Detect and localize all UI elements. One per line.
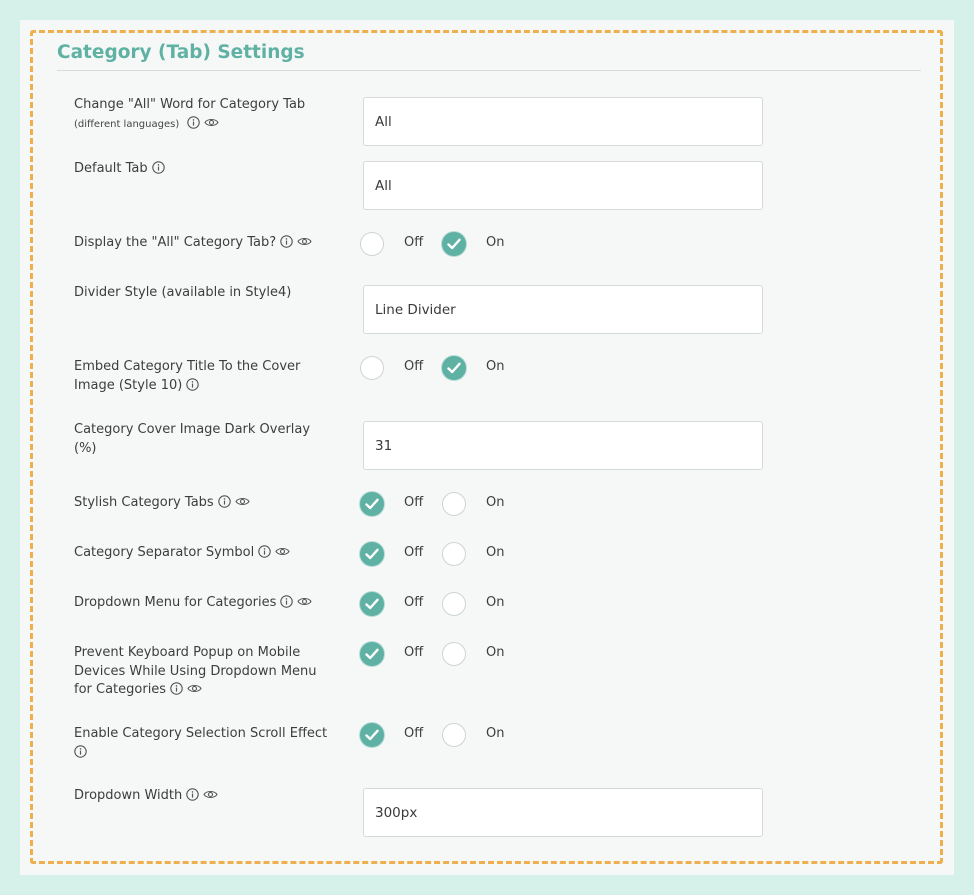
eye-icon[interactable] [297, 235, 312, 248]
check-icon [447, 238, 461, 250]
scroll-effect-label: Enable Category Selection Scroll Effect [74, 725, 339, 762]
on-label: On [486, 495, 505, 510]
prevent-keyboard-label-line1: Prevent Keyboard Popup on Mobile [74, 645, 301, 660]
check-icon [365, 648, 379, 660]
dropdown-menu-label: Dropdown Menu for Categories [74, 594, 339, 613]
info-icon[interactable] [258, 545, 271, 558]
eye-icon[interactable] [275, 545, 290, 558]
scroll-effect-label-line1: Enable Category Selection Scroll Effect [74, 726, 328, 741]
info-icon[interactable] [280, 595, 294, 608]
eye-icon[interactable] [235, 495, 250, 508]
dropdown-menu-off-radio[interactable] [360, 592, 384, 616]
on-label: On [486, 235, 505, 250]
separator-symbol-on-radio[interactable] [442, 542, 466, 566]
prevent-keyboard-label: Prevent Keyboard Popup on Mobile Devices… [74, 644, 339, 700]
title-divider [57, 70, 921, 71]
check-icon [365, 548, 379, 560]
off-label: Off [404, 645, 424, 660]
default-tab-label: Default Tab [74, 160, 339, 179]
info-icon[interactable] [186, 377, 200, 391]
info-icon[interactable] [280, 235, 293, 248]
embed-title-label-line1: Embed Category Title To the Cover [74, 359, 301, 374]
dark-overlay-label-line1: Category Cover Image Dark Overlay [74, 422, 311, 437]
eye-icon[interactable] [297, 595, 313, 608]
dropdown-width-label-text: Dropdown Width [74, 788, 183, 803]
on-label: On [486, 726, 505, 741]
stylish-tabs-label-text: Stylish Category Tabs [74, 495, 214, 510]
dropdown-width-input[interactable] [363, 788, 763, 837]
prevent-keyboard-off-radio[interactable] [360, 642, 384, 666]
off-label: Off [404, 545, 424, 560]
info-icon[interactable] [186, 788, 200, 801]
dark-overlay-input[interactable] [363, 421, 763, 470]
prevent-keyboard-on-radio[interactable] [442, 642, 466, 666]
prevent-keyboard-label-line2: Devices While Using Dropdown Menu [74, 663, 317, 679]
embed-title-label: Embed Category Title To the Cover Image … [74, 358, 339, 395]
scroll-effect-off-radio[interactable] [360, 723, 384, 747]
display-all-tab-label-text: Display the "All" Category Tab? [74, 235, 277, 250]
on-label: On [486, 645, 505, 660]
dropdown-width-label: Dropdown Width [74, 787, 339, 806]
dark-overlay-label: Category Cover Image Dark Overlay (%) [74, 421, 339, 458]
dropdown-menu-on-radio[interactable] [442, 592, 466, 616]
dark-overlay-label-line2: (%) [74, 440, 97, 456]
check-icon [447, 362, 461, 374]
eye-icon[interactable] [204, 116, 220, 129]
display-all-tab-label: Display the "All" Category Tab? [74, 234, 339, 253]
info-icon[interactable] [187, 115, 201, 129]
display-all-tab-off-radio[interactable] [360, 232, 384, 256]
all-word-input[interactable] [363, 97, 763, 146]
info-icon[interactable] [74, 744, 87, 758]
dropdown-menu-label-text: Dropdown Menu for Categories [74, 595, 277, 610]
divider-style-label: Divider Style (available in Style4) [74, 284, 339, 303]
embed-title-label-line2: Image (Style 10) [74, 377, 183, 393]
settings-panel: Category (Tab) Settings Change "All" Wor… [20, 20, 954, 875]
all-word-label: Change "All" Word for Category Tab (diff… [74, 96, 339, 134]
all-word-sublabel: (different languages) [74, 118, 180, 130]
check-icon [365, 498, 379, 510]
info-icon[interactable] [170, 682, 183, 695]
separator-symbol-label-text: Category Separator Symbol [74, 545, 255, 560]
off-label: Off [404, 235, 424, 250]
default-tab-input[interactable] [363, 161, 763, 210]
embed-title-off-radio[interactable] [360, 356, 384, 380]
divider-style-select[interactable] [363, 285, 763, 334]
eye-icon[interactable] [187, 682, 202, 695]
stylish-tabs-label: Stylish Category Tabs [74, 494, 339, 513]
all-word-label-text: Change "All" Word for Category Tab [74, 97, 306, 112]
on-label: On [486, 359, 505, 374]
display-all-tab-on-radio[interactable] [442, 232, 466, 256]
off-label: Off [404, 495, 424, 510]
divider-style-label-text: Divider Style (available in Style4) [74, 285, 292, 300]
check-icon [365, 598, 379, 610]
stylish-tabs-off-radio[interactable] [360, 492, 384, 516]
off-label: Off [404, 595, 424, 610]
separator-symbol-off-radio[interactable] [360, 542, 384, 566]
info-icon[interactable] [217, 495, 231, 508]
off-label: Off [404, 726, 424, 741]
scroll-effect-on-radio[interactable] [442, 723, 466, 747]
section-title: Category (Tab) Settings [57, 42, 305, 63]
info-icon[interactable] [151, 161, 165, 174]
off-label: Off [404, 359, 424, 374]
separator-symbol-label: Category Separator Symbol [74, 544, 339, 563]
prevent-keyboard-label-line3: for Categories [74, 682, 167, 697]
embed-title-on-radio[interactable] [442, 356, 466, 380]
check-icon [365, 729, 379, 741]
on-label: On [486, 595, 505, 610]
default-tab-label-text: Default Tab [74, 161, 148, 176]
eye-icon[interactable] [203, 788, 218, 801]
stylish-tabs-on-radio[interactable] [442, 492, 466, 516]
on-label: On [486, 545, 505, 560]
